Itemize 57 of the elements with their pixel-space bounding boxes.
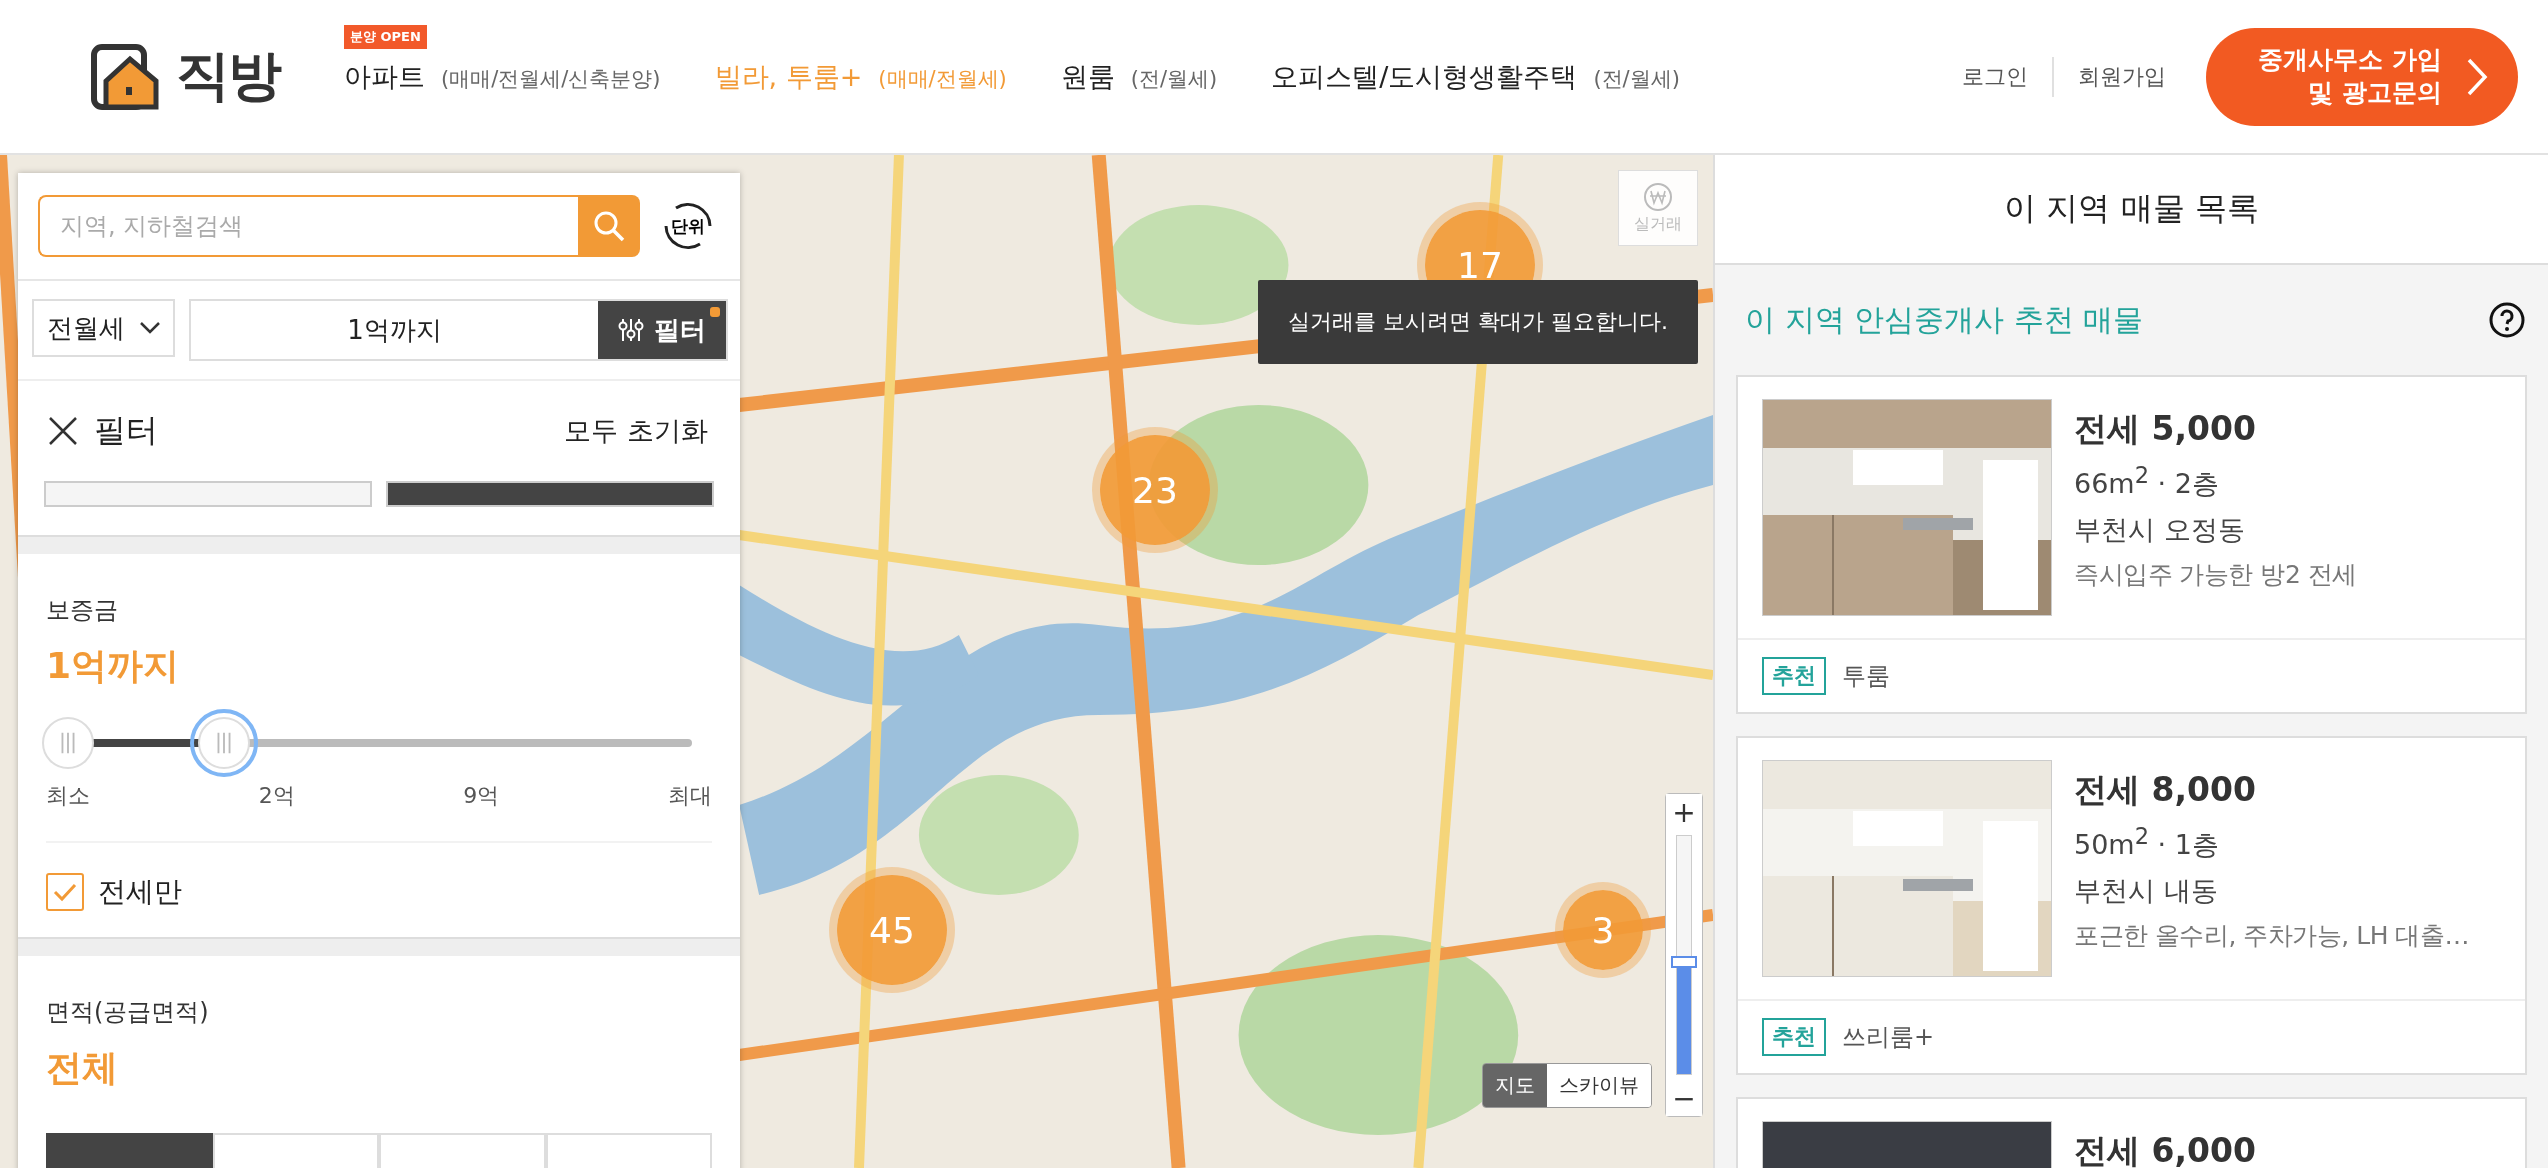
listing-description: 포근한 올수리, 주차가능, LH 대출… <box>2074 920 2469 952</box>
search-button[interactable] <box>578 195 640 257</box>
recommend-tag: 추천 <box>1762 1018 1826 1056</box>
signup-link[interactable]: 회원가입 <box>2054 61 2190 92</box>
price-range-text: 1억까지 <box>346 313 443 347</box>
map-type-tab[interactable]: 스카이뷰 <box>1547 1064 1651 1107</box>
listing-card[interactable]: 전세 6,000 <box>1736 1097 2527 1168</box>
area-value: 전체 <box>46 1046 119 1090</box>
room-type: 쓰리룸+ <box>1842 1022 1935 1053</box>
trade-type-toggle[interactable] <box>386 481 714 507</box>
tick-label: 2억 <box>258 781 295 810</box>
listing-price: 전세 8,000 <box>2074 769 2257 811</box>
slider-handle[interactable] <box>42 716 94 769</box>
close-icon <box>48 416 78 447</box>
reset-all-button[interactable]: 모두 초기화 <box>558 412 714 451</box>
search-icon <box>593 210 625 242</box>
deposit-label: 보증금 <box>46 594 119 626</box>
chevron-right-icon <box>2466 56 2488 97</box>
map-type-tab[interactable]: 지도 <box>1483 1064 1547 1107</box>
recommend-tag: 추천 <box>1762 657 1826 695</box>
help-icon[interactable] <box>2488 301 2526 339</box>
section-title: 이 지역 안심중개사 추천 매물 <box>1745 300 2144 339</box>
checkbox-label: 전세만 <box>98 873 182 910</box>
open-badge: 분양 OPEN <box>344 24 427 49</box>
area-label: 면적(공급면적) <box>46 997 210 1028</box>
listing-location: 부천시 내동 <box>2074 874 2219 908</box>
sliders-icon <box>618 317 644 343</box>
logo-text: 직방 <box>176 43 280 109</box>
close-filter-button[interactable]: 필터 <box>48 409 158 454</box>
zoom-slider[interactable] <box>1670 832 1698 1078</box>
unit-toggle-button[interactable]: 단위 <box>662 200 714 252</box>
tick-label: 최대 <box>667 781 712 810</box>
caret-icon <box>138 321 161 335</box>
nav-tab[interactable]: 오피스텔/도시형생활주택 (전/월세) <box>1271 58 1680 95</box>
tooltip: 실거래를 보시려면 확대가 필요합니다. <box>1258 280 1698 364</box>
listing-size: 50m$^{2}$ · 1층 <box>2074 823 2220 862</box>
tick-label: 9억 <box>463 781 500 810</box>
login-link[interactable]: 로그인 <box>1938 61 2052 92</box>
deal-type-dropdown[interactable]: 전월세 <box>32 299 175 357</box>
filter-button[interactable]: 필터 <box>598 301 726 359</box>
deposit-value: 1억까지 <box>46 643 181 688</box>
nav-tab[interactable]: 원룸 (전/월세) <box>1060 58 1218 95</box>
listing-price: 전세 5,000 <box>2074 408 2257 450</box>
panel-title: 이 지역 매물 목록 <box>1715 155 2548 265</box>
trade-type-toggle[interactable] <box>44 481 372 507</box>
listing-card[interactable]: 전세 5,000 66m$^{2}$ · 2층 부천시 오정동 즉시입주 가능한 방2 전세 추천 투룸 <box>1736 375 2527 714</box>
checkbox[interactable] <box>46 872 84 911</box>
listing-size: 66m$^{2}$ · 2층 <box>2074 462 2220 501</box>
listing-card[interactable]: 전세 8,000 50m$^{2}$ · 1층 부천시 내동 포근한 올수리, 주차가능, LH 대출… 추천 쓰리룸+ <box>1736 736 2527 1075</box>
listing-price: 전세 6,000 <box>2074 1130 2256 1168</box>
search-field[interactable]: 지역, 지하철검색 <box>38 195 578 257</box>
tick-label: 최소 <box>46 781 90 810</box>
listing-description: 즉시입주 가능한 방2 전세 <box>2074 559 2357 591</box>
room-type: 투룸 <box>1842 661 1890 692</box>
won-coin-icon <box>1643 181 1673 212</box>
check-icon <box>53 881 77 902</box>
listing-location: 부천시 오정동 <box>2074 513 2246 547</box>
